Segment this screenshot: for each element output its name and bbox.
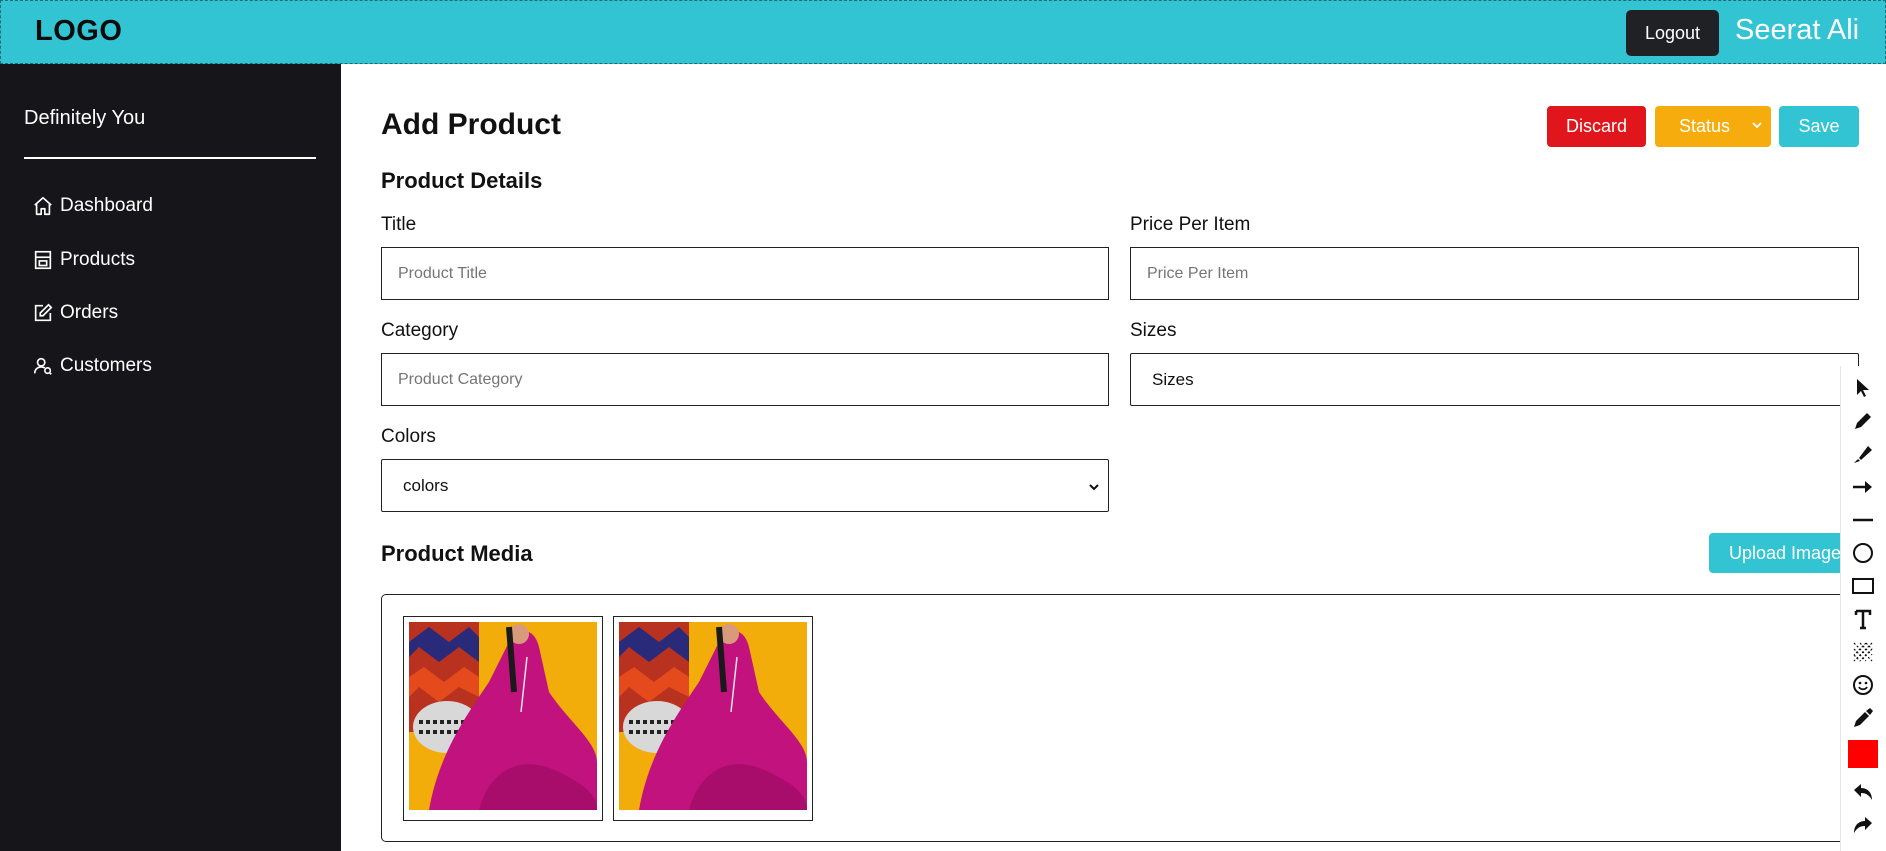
line-icon [1853,518,1873,522]
text-icon [1854,609,1872,630]
product-media-heading: Product Media [381,541,533,566]
circle-icon [1853,543,1873,563]
pen-tool[interactable] [1850,408,1876,434]
annotation-toolbar [1840,366,1886,851]
sidebar-item-label: Products [60,249,135,270]
store-icon [34,250,52,270]
logo: LOGO [35,15,123,47]
top-bar: LOGO Logout Seerat Ali [0,0,1886,64]
emoji-tool[interactable] [1850,672,1876,698]
cursor-tool[interactable] [1850,375,1876,401]
arrow-icon [1853,481,1872,493]
product-image-thumbnail[interactable] [403,616,603,821]
colors-value: colors [403,475,449,495]
status-dropdown-button[interactable]: Status [1655,106,1771,147]
chevron-down-icon [1752,122,1762,129]
sidebar-item-dashboard[interactable]: Dashboard [32,190,153,222]
price-input[interactable] [1130,247,1859,300]
redo-icon [1854,817,1872,833]
rectangle-tool[interactable] [1850,573,1876,599]
rectangle-icon [1852,578,1874,594]
upload-images-button[interactable]: Upload Images [1709,533,1859,573]
highlighter-tool[interactable] [1850,441,1876,467]
sidebar-item-customers[interactable]: Customers [32,350,152,382]
media-gallery [381,594,1859,842]
redo-tool[interactable] [1850,812,1876,838]
edit-icon [34,303,53,322]
brand-divider [24,157,316,159]
users-icon [33,357,52,375]
cursor-icon [1857,379,1869,397]
product-image-thumbnail[interactable] [613,616,813,821]
blur-tool[interactable] [1850,639,1876,665]
page-title: Add Product [381,108,561,141]
logout-button[interactable]: Logout [1626,10,1719,56]
sizes-label: Sizes [1130,320,1177,341]
save-button[interactable]: Save [1779,106,1859,147]
product-photo [619,622,807,810]
discard-button[interactable]: Discard [1547,106,1646,147]
text-tool[interactable] [1850,606,1876,632]
eyedropper-tool[interactable] [1850,705,1876,731]
undo-icon [1854,784,1872,800]
eyedropper-icon [1854,708,1873,727]
status-label: Status [1679,116,1731,136]
category-label: Category [381,320,459,341]
emoji-icon [1853,675,1873,695]
pen-icon [1855,413,1871,429]
username: Seerat Ali [1735,14,1860,46]
undo-tool[interactable] [1850,779,1876,805]
product-photo [409,622,597,810]
product-details-heading: Product Details [381,168,543,193]
highlighter-icon [1854,446,1872,463]
sidebar-item-label: Customers [60,355,152,376]
category-input[interactable] [381,353,1109,406]
sidebar-item-label: Orders [60,302,119,323]
title-input[interactable] [381,247,1109,300]
sidebar: Definitely You Dashboard Products Orders… [0,64,341,851]
color-swatch[interactable] [1848,740,1878,768]
sidebar-item-orders[interactable]: Orders [32,297,118,329]
home-icon [34,196,52,216]
sidebar-item-label: Dashboard [60,195,153,216]
sizes-value: Sizes [1152,369,1194,389]
colors-select[interactable]: colors [381,459,1109,512]
sizes-select[interactable]: Sizes [1130,353,1859,406]
arrow-tool[interactable] [1850,474,1876,500]
sidebar-item-products[interactable]: Products [32,244,135,276]
blur-icon [1853,642,1873,662]
brand-name: Definitely You [24,107,146,129]
title-label: Title [381,214,417,235]
price-label: Price Per Item [1130,214,1251,235]
chevron-down-icon [1089,484,1099,491]
colors-label: Colors [381,426,436,447]
circle-tool[interactable] [1850,540,1876,566]
line-tool[interactable] [1850,507,1876,533]
